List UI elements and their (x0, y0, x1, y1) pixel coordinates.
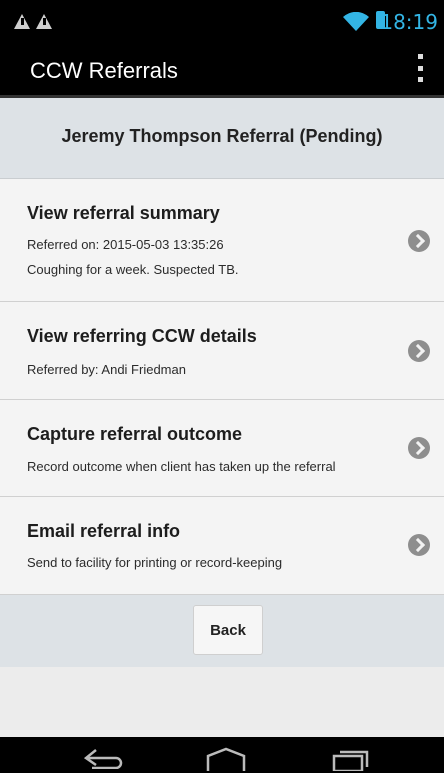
list-item-title: View referral summary (27, 203, 220, 223)
list-item-title: Capture referral outcome (27, 424, 243, 444)
chevron-right-icon (408, 437, 430, 459)
empty-space (0, 667, 444, 737)
list-item-ccw-details[interactable]: View referring CCW details Referred by: … (0, 302, 444, 400)
navigation-bar (0, 737, 444, 773)
status-time: 18:19 (380, 10, 438, 34)
list-item-detail: Record outcome when client has taken up … (27, 459, 336, 474)
back-button[interactable]: Back (193, 605, 263, 655)
list-item-detail: Coughing for a week. Suspected TB. (27, 262, 239, 277)
list-item-detail: Send to facility for printing or record-… (27, 555, 283, 570)
overflow-menu-icon[interactable] (416, 54, 424, 82)
list-item-capture-outcome[interactable]: Capture referral outcome Record outcome … (0, 400, 444, 497)
list-item-referral-summary[interactable]: View referral summary Referred on: 2015-… (0, 179, 444, 302)
recents-nav-icon[interactable] (330, 747, 374, 771)
list-item-detail: Referred on: 2015-05-03 13:35:26 (27, 237, 224, 252)
action-bar: CCW Referrals (0, 38, 444, 98)
main-content: Jeremy Thompson Referral (Pending) View … (0, 98, 444, 737)
list-item-detail: Referred by: Andi Friedman (27, 362, 186, 377)
list-item-title: Email referral info (27, 521, 181, 541)
page-title: Jeremy Thompson Referral (Pending) (61, 126, 383, 146)
chevron-right-icon (408, 534, 430, 556)
warning-icon (14, 14, 30, 29)
chevron-right-icon (408, 340, 430, 362)
chevron-right-icon (408, 230, 430, 252)
warning-icon (36, 14, 52, 29)
app-title: CCW Referrals (30, 58, 178, 83)
wifi-icon (343, 12, 369, 31)
footer-bar: Back (0, 595, 444, 667)
list-item-email-info[interactable]: Email referral info Send to facility for… (0, 497, 444, 595)
back-nav-icon[interactable] (82, 747, 126, 769)
home-nav-icon[interactable] (204, 747, 248, 771)
referral-header: Jeremy Thompson Referral (Pending) (0, 98, 444, 179)
list-item-title: View referring CCW details (27, 326, 257, 346)
status-bar: 18:19 (0, 0, 444, 38)
